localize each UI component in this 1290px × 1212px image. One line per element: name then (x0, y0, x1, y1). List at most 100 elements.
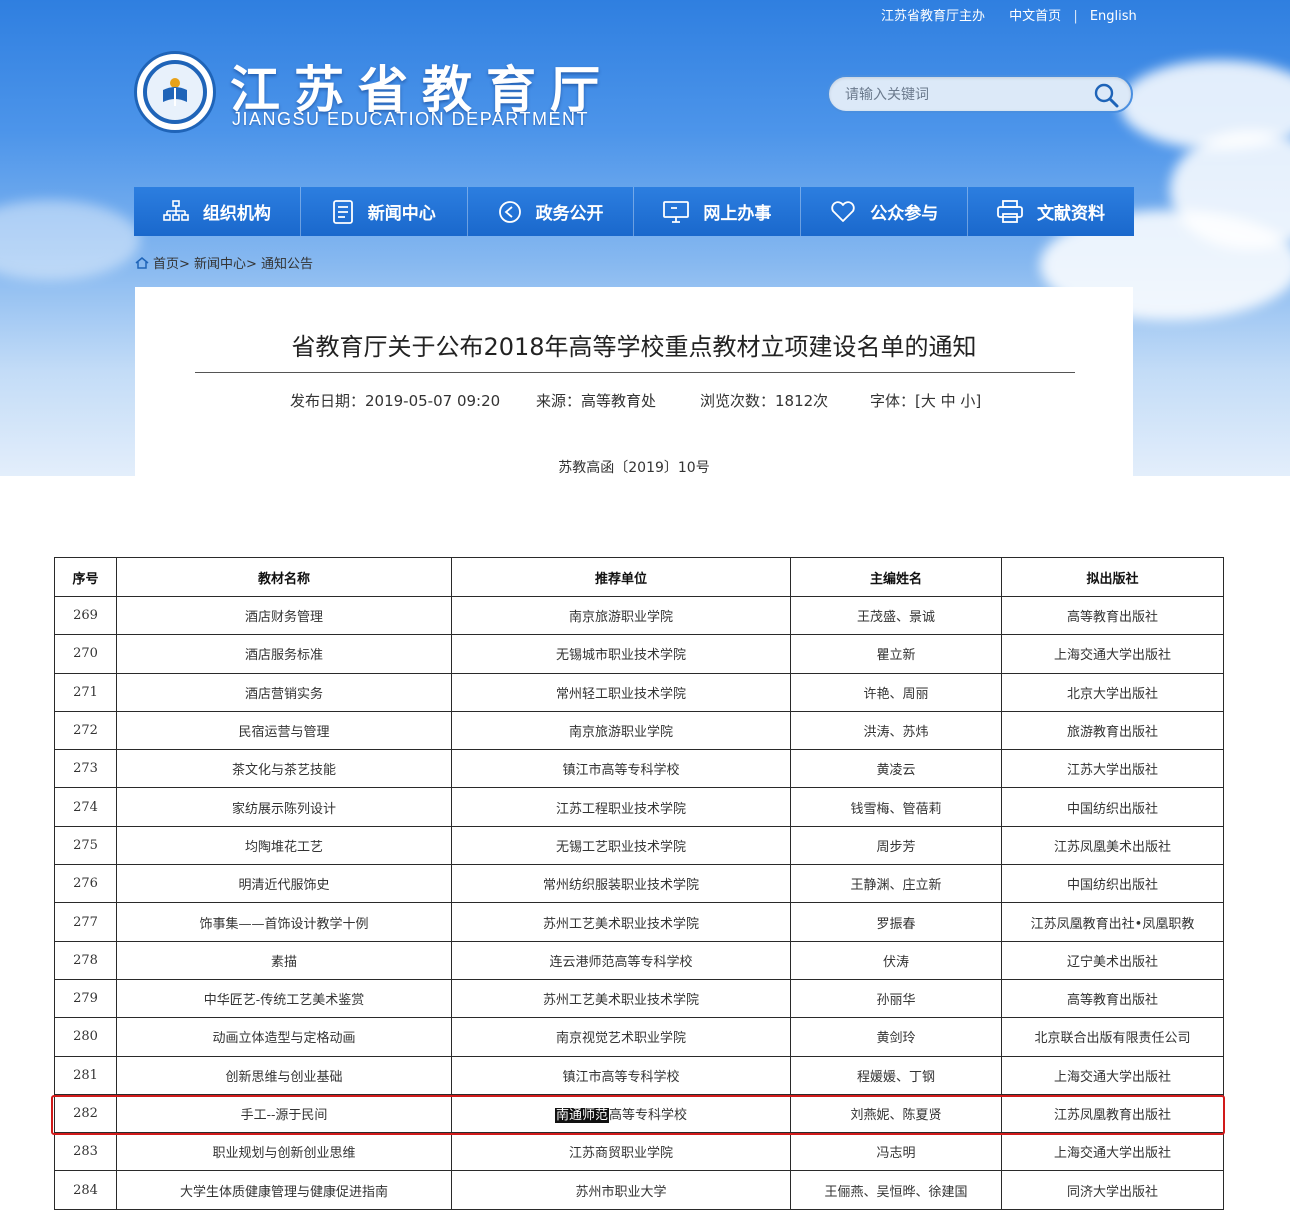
article-panel: 省教育厅关于公布2018年高等学校重点教材立项建设名单的通知 发布日期：2019… (135, 287, 1133, 476)
table-cell: 上海交通大学出版社 (1001, 634, 1224, 674)
main-nav: 组织机构 新闻中心 政务公开 网上办事 公众参与 文献资料 (134, 187, 1134, 236)
table-cell: 江苏工程职业技术学院 (451, 787, 791, 827)
table-cell: 明清近代服饰史 (116, 864, 452, 904)
table-cell: 王静渊、庄立新 (790, 864, 1002, 904)
nav-item-public-participation[interactable]: 公众参与 (801, 187, 969, 236)
table-row: 284 大学生体质健康管理与健康促进指南 苏州市职业大学 王俪燕、吴恒晔、徐建国 同济大… (54, 1170, 1224, 1210)
table-row: 272 民宿运营与管理 南京旅游职业学院 洪涛、苏炜 旅游教育出版社 (54, 710, 1224, 751)
table-cell: 连云港师范高等专科学校 (451, 940, 791, 980)
table-cell: 北京联合出版有限责任公司 (1001, 1017, 1224, 1057)
table-row: 282 手工--源于民间 南通师范高等专科学校 刘燕妮、陈夏贤 江苏凤凰教育出版社 (54, 1093, 1224, 1134)
table-row: 278 素描 连云港师范高等专科学校 伏涛 辽宁美术出版社 (54, 940, 1224, 980)
table-cell: 上海交通大学出版社 (1001, 1055, 1224, 1095)
search-icon[interactable] (1093, 82, 1119, 108)
table-cell: 高等教育出版社 (1001, 978, 1224, 1019)
search-input[interactable] (845, 84, 1075, 106)
table-cell: 上海交通大学出版社 (1001, 1132, 1224, 1172)
table-cell: 常州轻工职业技术学院 (451, 672, 791, 712)
table-cell: 均陶堆花工艺 (116, 825, 452, 866)
nav-label: 公众参与 (870, 204, 939, 224)
table-cell: 动画立体造型与定格动画 (116, 1017, 452, 1057)
nav-item-organization[interactable]: 组织机构 (134, 187, 301, 236)
table-cell: 洪涛、苏炜 (790, 710, 1002, 751)
table-cell: 王俪燕、吴恒晔、徐建国 (790, 1170, 1002, 1210)
table-cell: 无锡工艺职业技术学院 (451, 825, 791, 866)
document-icon (332, 199, 353, 224)
table-cell: 南京视觉艺术职业学院 (451, 1017, 791, 1057)
table-cell: 江苏凤凰教育出社•凤凰职教 (1001, 902, 1224, 942)
host-text: 江苏省教育厅主办 (881, 9, 986, 24)
cell-text: 高等专科学校 (609, 1108, 688, 1123)
table-cell: 旅游教育出版社 (1001, 710, 1224, 751)
table-cell: 中国纺织出版社 (1001, 864, 1224, 904)
table-cell: 素描 (116, 940, 452, 980)
nav-label: 新闻中心 (367, 204, 436, 224)
cloud-decoration (0, 200, 140, 280)
table-cell: 南京旅游职业学院 (451, 710, 791, 751)
table-cell: 钱雪梅、管蓓莉 (790, 787, 1002, 827)
nav-item-documents[interactable]: 文献资料 (968, 187, 1134, 236)
link-separator: | (1073, 9, 1078, 24)
table-cell: 饰事集——首饰设计教学十例 (116, 902, 452, 942)
article-source: 来源：高等教育处 (536, 392, 657, 410)
logo-emblem-icon[interactable] (134, 51, 216, 133)
table-cell: 275 (54, 825, 117, 866)
table-cell: 伏涛 (790, 940, 1002, 980)
nav-item-news-center[interactable]: 新闻中心 (301, 187, 468, 236)
table-cell: 南通师范高等专科学校 (451, 1093, 791, 1134)
title-divider (195, 372, 1075, 373)
table-cell: 刘燕妮、陈夏贤 (790, 1093, 1002, 1134)
table-row: 283 职业规划与创新创业思维 江苏商贸职业学院 冯志明 上海交通大学出版社 (54, 1132, 1224, 1172)
table-cell: 江苏凤凰教育出版社 (1001, 1093, 1224, 1134)
table-cell: 270 (54, 634, 117, 674)
table-cell: 中华匠艺-传统工艺美术鉴赏 (116, 978, 452, 1019)
table-cell: 274 (54, 787, 117, 827)
table-cell: 280 (54, 1017, 117, 1057)
font-size-switcher[interactable]: 字体：[大 中 小] (870, 390, 981, 411)
table-cell: 酒店财务管理 (116, 595, 452, 636)
site-logo-subtitle: JIANGSU EDUCATION DEPARTMENT (232, 109, 590, 129)
table-row: 273 茶文化与茶艺技能 镇江市高等专科学校 黄凌云 江苏大学出版社 (54, 749, 1224, 789)
heart-icon (831, 200, 855, 222)
table-header-row: 序号 教材名称 推荐单位 主编姓名 拟出版社 (54, 557, 1224, 597)
table-cell: 镇江市高等专科学校 (451, 749, 791, 789)
table-cell: 创新思维与创业基础 (116, 1055, 452, 1095)
table-cell: 酒店营销实务 (116, 672, 452, 712)
table-cell: 无锡城市职业技术学院 (451, 634, 791, 674)
table-cell: 孙丽华 (790, 978, 1002, 1019)
table-cell: 江苏大学出版社 (1001, 749, 1224, 789)
table-row: 275 均陶堆花工艺 无锡工艺职业技术学院 周步芳 江苏凤凰美术出版社 (54, 825, 1224, 866)
column-header: 主编姓名 (790, 557, 1002, 597)
nav-item-online-services[interactable]: 网上办事 (634, 187, 802, 236)
nav-item-government-affairs[interactable]: 政务公开 (468, 187, 635, 236)
column-header: 序号 (54, 557, 117, 597)
printer-icon (997, 199, 1023, 223)
english-link[interactable]: English (1090, 9, 1137, 24)
textbook-table-wrapper: 序号 教材名称 推荐单位 主编姓名 拟出版社 269 酒店财务管理 南京旅游职业学院… (54, 557, 1224, 1210)
document-number: 苏教高函〔2019〕10号 (558, 460, 710, 476)
publish-date: 发布日期：2019-05-07 09:20 (290, 392, 501, 410)
table-cell: 江苏商贸职业学院 (451, 1132, 791, 1172)
home-icon[interactable] (135, 256, 149, 269)
monitor-icon (663, 200, 690, 223)
table-cell: 王茂盛、景诚 (790, 595, 1002, 636)
table-cell: 中国纺织出版社 (1001, 787, 1224, 827)
table-row: 281 创新思维与创业基础 镇江市高等专科学校 程媛媛、丁钢 上海交通大学出版社 (54, 1055, 1224, 1095)
table-row: 274 家纺展示陈列设计 江苏工程职业技术学院 钱雪梅、管蓓莉 中国纺织出版社 (54, 787, 1224, 827)
table-cell: 281 (54, 1055, 117, 1095)
table-cell: 黄剑玲 (790, 1017, 1002, 1057)
textbook-table: 序号 教材名称 推荐单位 主编姓名 拟出版社 269 酒店财务管理 南京旅游职业学院… (54, 557, 1224, 1210)
breadcrumb-text[interactable]: 首页> 新闻中心> 通知公告 (153, 253, 313, 272)
column-header: 教材名称 (116, 557, 452, 597)
site-header: 江苏省教育厅主办 中文首页 | English 江苏省教育厅 JIANGSU E… (0, 0, 1290, 476)
table-cell: 269 (54, 595, 117, 636)
table-cell: 北京大学出版社 (1001, 672, 1224, 712)
table-cell: 276 (54, 864, 117, 904)
chinese-home-link[interactable]: 中文首页 (1009, 5, 1061, 24)
column-header: 拟出版社 (1001, 557, 1224, 597)
table-cell: 苏州工艺美术职业技术学院 (451, 978, 791, 1019)
table-cell: 罗振春 (790, 902, 1002, 942)
highlighted-text: 南通师范 (554, 1108, 609, 1123)
table-cell: 同济大学出版社 (1001, 1170, 1224, 1210)
table-row: 269 酒店财务管理 南京旅游职业学院 王茂盛、景诚 高等教育出版社 (54, 595, 1224, 636)
